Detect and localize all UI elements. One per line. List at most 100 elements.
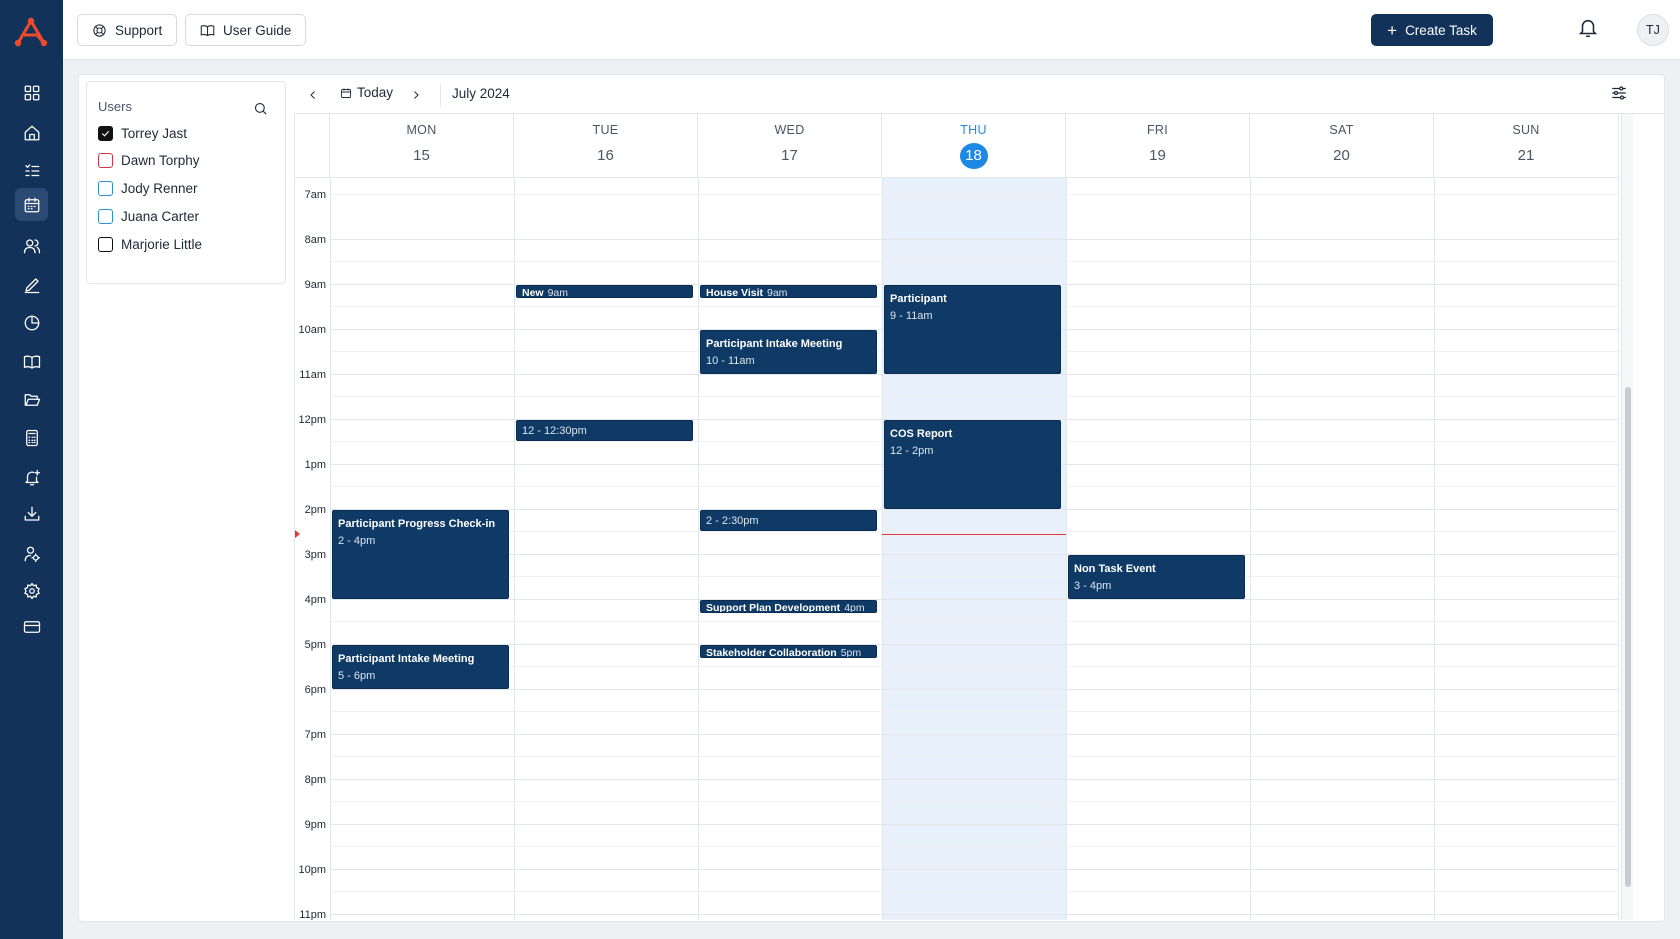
nav-download-icon[interactable] [15,497,48,530]
user-guide-button[interactable]: User Guide [185,14,307,46]
event-time: 3 - 4pm [1074,580,1112,592]
event-card[interactable]: Participant 9 - 11am [884,285,1061,374]
hour-label: 8pm [304,774,326,786]
event-time: 9 - 11am [890,310,933,322]
checkbox[interactable] [98,237,113,252]
day-header-wed[interactable]: WED 17 [697,114,881,178]
hour-label: 8am [304,234,326,246]
checkbox[interactable] [98,209,113,224]
hour-label: 11pm [299,909,326,920]
time-grid[interactable]: 7am 8am 9am 10am 11am 12pm 1pm 2pm 3pm 4… [294,178,1619,920]
event-time: 9am [767,287,788,298]
nav-book-icon[interactable] [15,345,48,378]
nav-user-settings-icon[interactable] [15,537,48,570]
toolbar-divider [440,83,441,107]
event-title: Stakeholder Collaboration [706,647,837,658]
hour-label: 12pm [298,414,326,426]
create-task-button[interactable]: + Create Task [1371,14,1493,46]
event-title: New [522,287,544,298]
current-time-marker [295,530,300,538]
calendar-scrollbar[interactable] [1621,114,1633,920]
event-card[interactable]: Stakeholder Collaboration 5pm [700,645,877,658]
user-filter-marjorie-little[interactable]: Marjorie Little [98,237,202,252]
event-time: 2 - 2:30pm [706,515,759,527]
checkbox-checked[interactable] [98,126,113,141]
today-button[interactable]: Today [340,85,393,100]
app-logo[interactable] [13,16,49,48]
nav-pie-chart-icon[interactable] [15,306,48,339]
book-open-icon [200,24,215,36]
lifebuoy-icon [93,23,106,37]
nav-users-icon[interactable] [15,229,48,262]
day-header-sat[interactable]: SAT 20 [1249,114,1433,178]
day-header-sun[interactable]: SUN 21 [1433,114,1619,178]
event-card[interactable]: COS Report 12 - 2pm [884,420,1061,509]
day-name: MON [406,123,437,137]
sidebar [0,0,63,939]
nav-gear-icon[interactable] [15,574,48,607]
day-header-tue[interactable]: TUE 16 [513,114,697,178]
event-card[interactable]: House Visit 9am [700,285,877,298]
nav-calculator-icon[interactable] [15,421,48,454]
nav-dashboard-icon[interactable] [15,76,48,109]
event-time: 5pm [840,647,862,658]
user-filter-dawn-torphy[interactable]: Dawn Torphy [98,153,200,168]
notifications-bell-icon[interactable] [1577,17,1601,41]
nav-calendar-icon[interactable] [15,188,48,221]
prev-week-chevron-left-icon[interactable] [303,85,323,105]
users-filter-panel: Users Torrey Jast Dawn Torphy Jody Renne… [86,81,286,284]
nav-pen-icon[interactable] [15,268,48,301]
scrollbar-thumb[interactable] [1625,387,1631,887]
event-time: 5 - 6pm [338,670,376,682]
calendar-small-icon [341,88,351,98]
user-name: Dawn Torphy [121,153,200,168]
user-filter-jody-renner[interactable]: Jody Renner [98,181,198,196]
nav-home-icon[interactable] [15,116,48,149]
hour-label: 4pm [304,594,326,606]
event-title: Participant Intake Meeting [338,653,475,665]
day-number: 19 [1149,147,1166,164]
day-header-thu-today[interactable]: THU 18 [881,114,1065,178]
day-header-fri[interactable]: FRI 19 [1065,114,1249,178]
search-icon[interactable] [253,101,269,117]
event-time: 9am [547,287,569,298]
hour-label: 10am [298,324,326,336]
day-number: 20 [1333,147,1350,164]
day-number: 21 [1517,147,1535,164]
event-card[interactable]: New 9am [516,285,693,298]
event-card[interactable]: Non Task Event 3 - 4pm [1068,555,1245,599]
view-settings-sliders-icon[interactable] [1610,84,1630,104]
nav-credit-card-icon[interactable] [15,610,48,643]
hour-label: 9am [304,279,326,291]
event-card[interactable]: Participant Progress Check-in 2 - 4pm [332,510,509,599]
current-time-line [882,534,1066,535]
hour-label: 6pm [304,684,326,696]
user-filter-juana-carter[interactable]: Juana Carter [98,209,199,224]
checkbox[interactable] [98,181,113,196]
event-card[interactable]: Participant Intake Meeting 10 - 11am [700,330,877,374]
day-header-mon[interactable]: MON 15 [329,114,513,178]
nav-task-list-icon[interactable] [15,154,48,187]
checkbox[interactable] [98,153,113,168]
hour-label: 1pm [304,459,326,471]
event-card[interactable]: 12 - 12:30pm [516,420,693,441]
hour-label: 11am [299,369,326,381]
day-name: FRI [1146,123,1169,137]
day-name: TUE [592,123,619,137]
day-name: WED [774,123,805,137]
event-card[interactable]: 2 - 2:30pm [700,510,877,531]
event-title: House Visit [706,287,763,298]
support-button[interactable]: Support [77,14,178,46]
nav-bell-plus-icon[interactable] [15,461,48,494]
day-number: 16 [597,147,614,164]
event-card[interactable]: Participant Intake Meeting 5 - 6pm [332,645,509,689]
user-filter-torrey-jast[interactable]: Torrey Jast [98,126,187,141]
next-week-chevron-right-icon[interactable] [406,85,426,105]
event-title: Participant Progress Check-in [338,518,496,530]
event-card[interactable]: Support Plan Development 4pm [700,600,877,613]
nav-folder-icon[interactable] [15,383,48,416]
avatar[interactable]: TJ [1637,14,1669,46]
hour-label: 9pm [304,819,326,831]
hour-label: 7am [304,189,326,201]
user-name: Jody Renner [121,181,198,196]
